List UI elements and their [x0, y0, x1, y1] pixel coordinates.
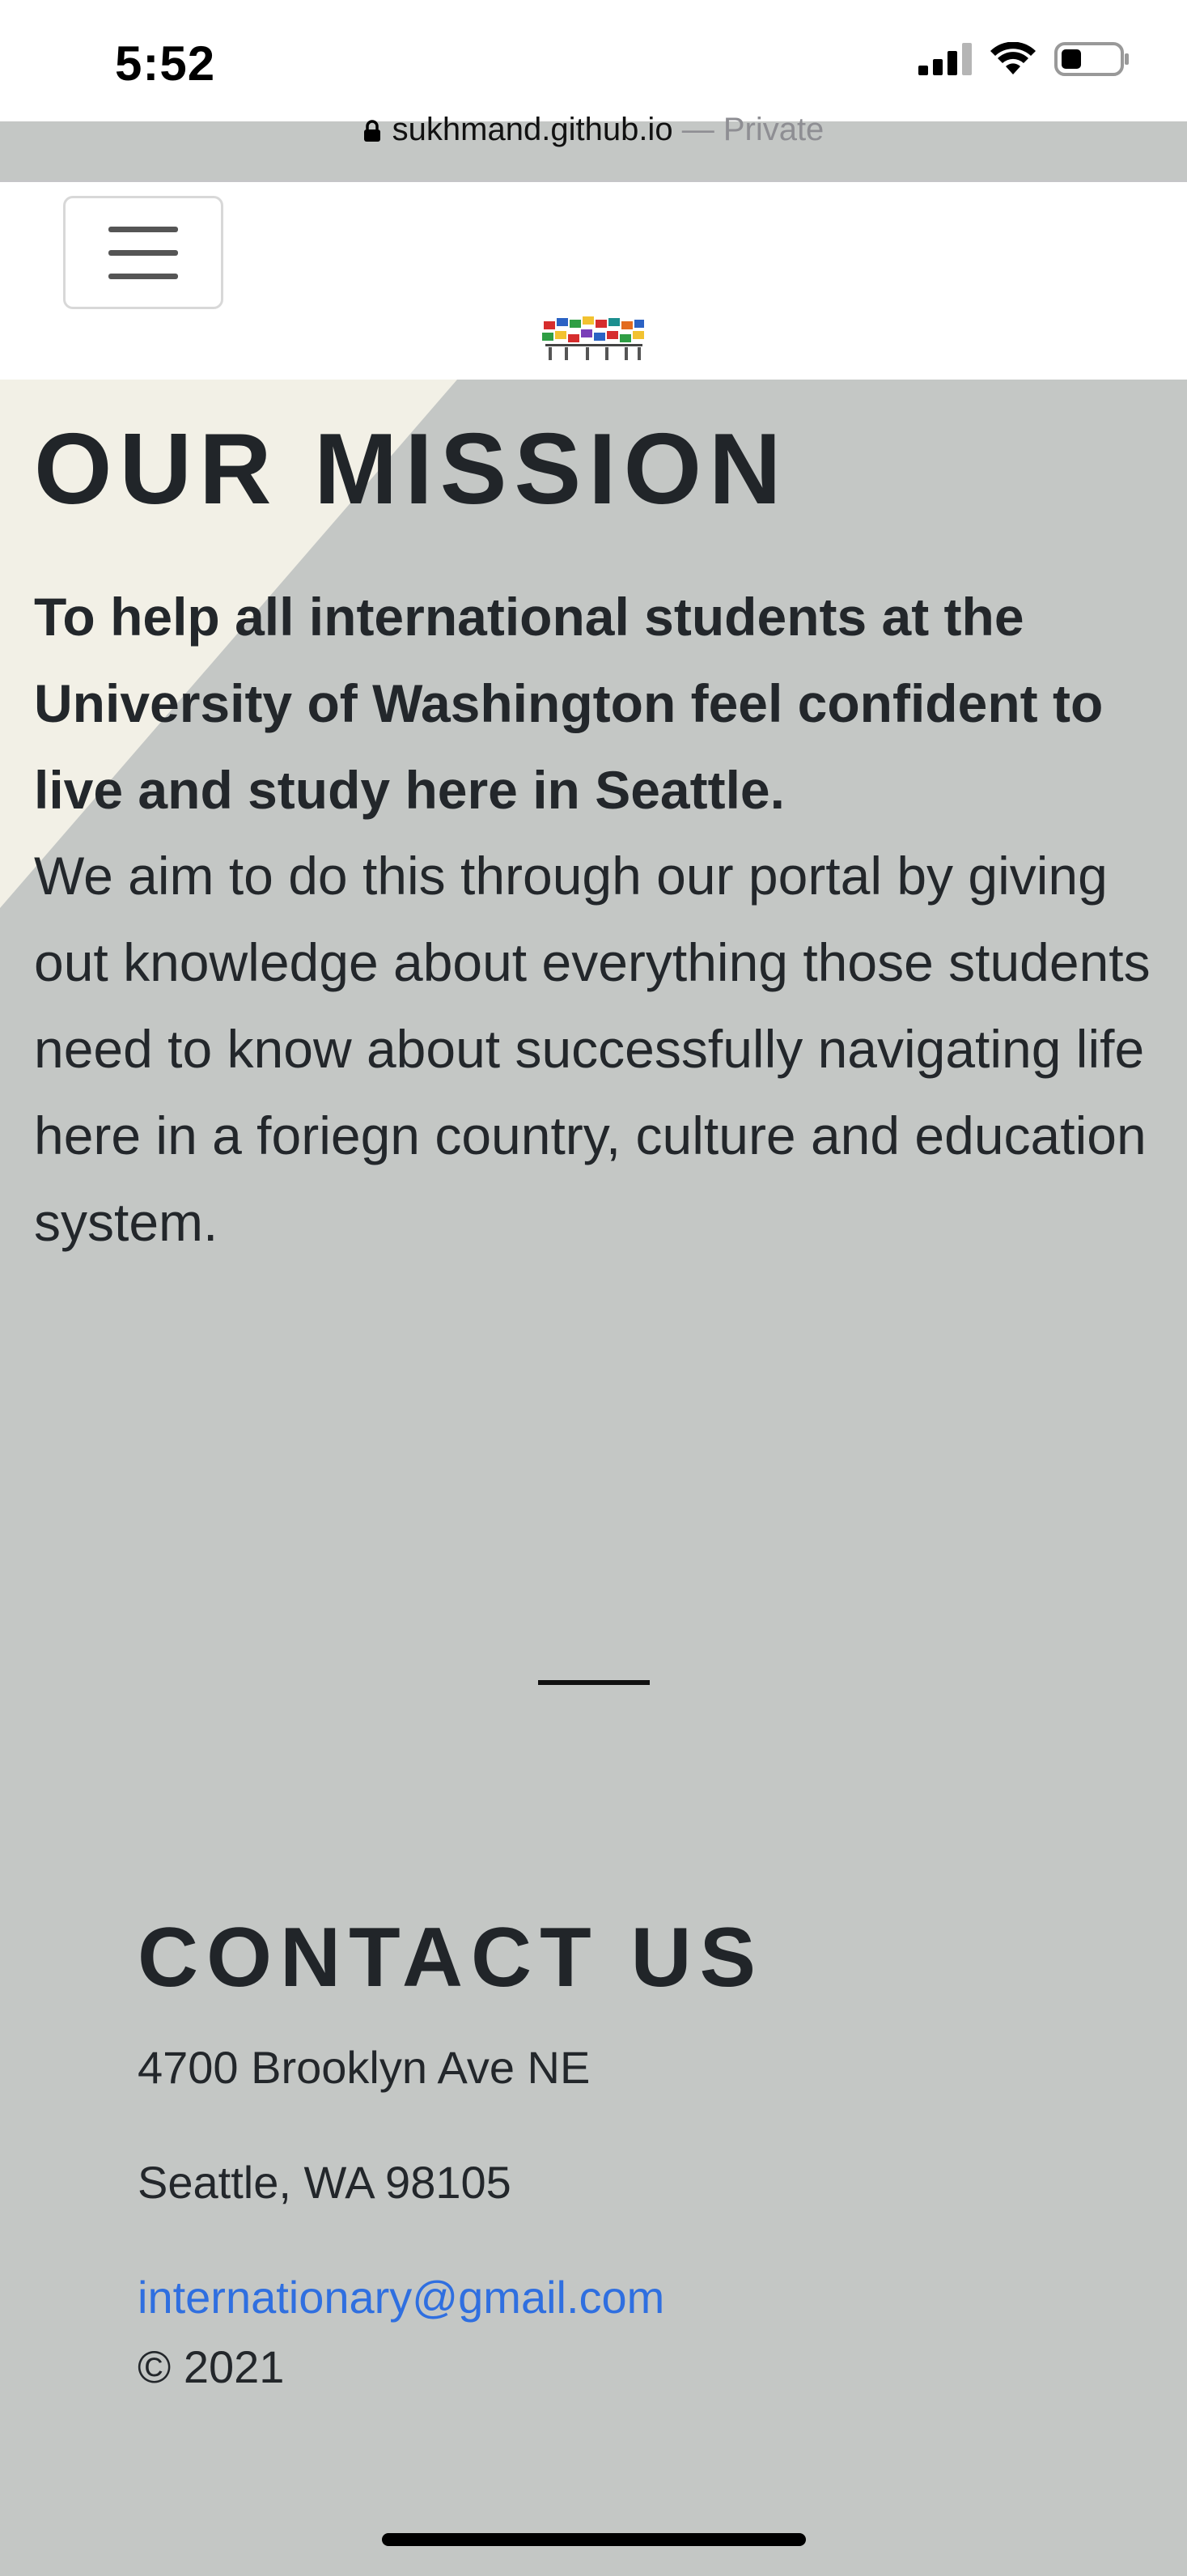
address-line-2: Seattle, WA 98105	[138, 2157, 511, 2208]
mission-body: We aim to do this through our portal by …	[34, 846, 1151, 1252]
contact-title: CONTACT US	[138, 1911, 765, 2005]
mission-title: OUR MISSION	[34, 414, 789, 525]
lock-icon	[363, 120, 380, 142]
status-bar: 5:52 sukhmand.github.io — Private	[0, 0, 1187, 147]
address-line-1: 4700 Brooklyn Ave NE	[138, 2042, 591, 2093]
url-bar[interactable]: sukhmand.github.io — Private	[0, 112, 1187, 148]
hamburger-menu-icon-bar	[108, 273, 178, 279]
wifi-icon	[990, 42, 1036, 74]
hamburger-menu-button[interactable]	[63, 196, 223, 309]
url-domain: sukhmand.github.io	[392, 112, 673, 147]
status-icons	[918, 42, 1130, 76]
mission-lead: To help all international students at th…	[34, 587, 1104, 820]
home-indicator[interactable]	[382, 2533, 806, 2546]
navbar	[0, 182, 1187, 380]
signal-icon	[918, 43, 972, 75]
status-time: 5:52	[115, 36, 216, 91]
hamburger-menu-icon-bar	[108, 249, 178, 256]
copyright: © 2021	[138, 2341, 285, 2392]
hamburger-menu-icon	[108, 226, 178, 232]
mission-section: OUR MISSION To help all international st…	[0, 380, 1187, 1674]
battery-icon	[1054, 42, 1129, 76]
url-separator: —	[672, 112, 723, 147]
section-divider	[538, 1680, 650, 1685]
email-link[interactable]: internationary@gmail.com	[138, 2271, 664, 2323]
flags-logo[interactable]	[541, 312, 647, 363]
private-mode-label: Private	[723, 112, 825, 147]
